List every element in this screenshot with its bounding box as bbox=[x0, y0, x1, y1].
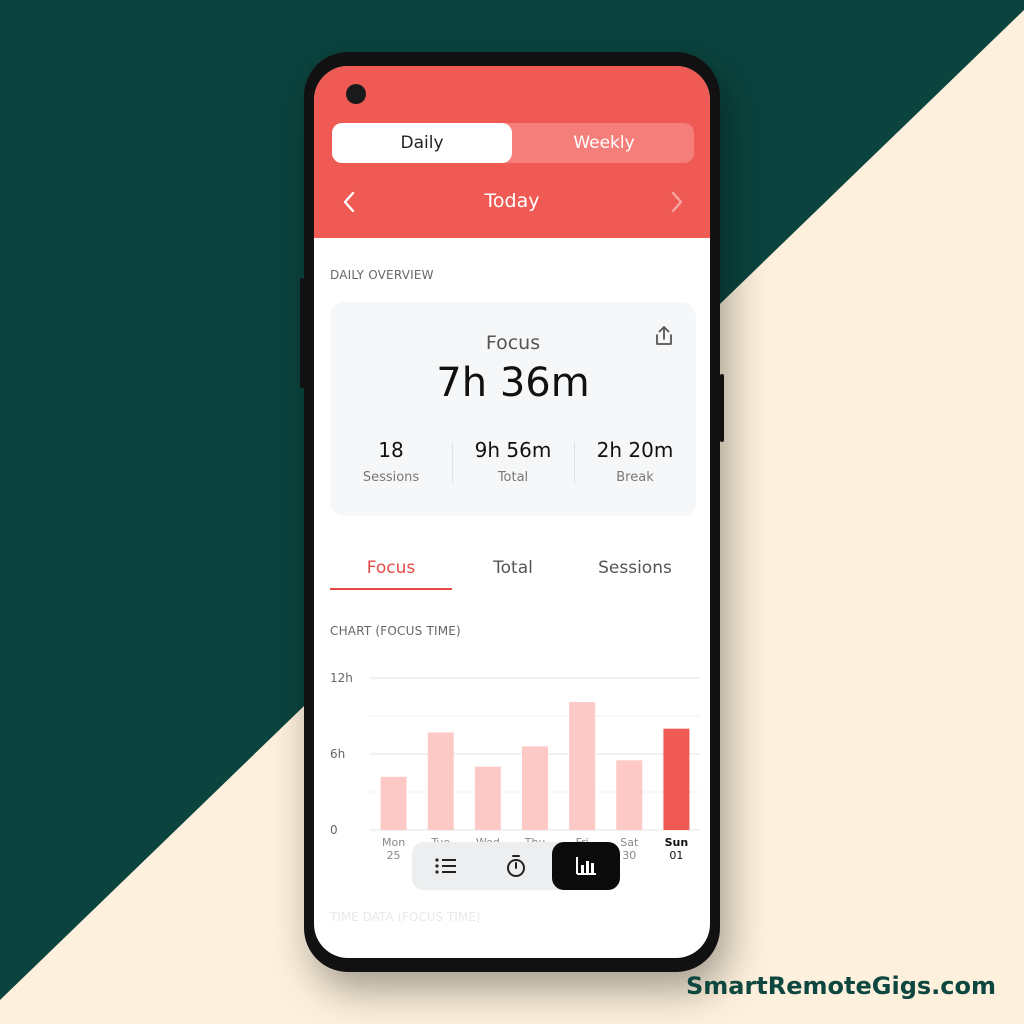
bar bbox=[616, 760, 643, 830]
total-label: Total bbox=[497, 470, 529, 485]
camera-icon bbox=[346, 84, 366, 104]
bar bbox=[380, 776, 407, 830]
bottom-toolbar bbox=[412, 842, 620, 890]
y-tick-label: 6h bbox=[330, 747, 345, 761]
bar bbox=[427, 732, 454, 830]
power-button bbox=[720, 374, 724, 442]
x-tick-date: 30 bbox=[622, 849, 636, 862]
app-header: Daily Weekly Today bbox=[314, 66, 710, 238]
bar-chart-icon bbox=[576, 857, 596, 875]
phone-frame: Daily Weekly Today DAILY OVERVIEW Focus … bbox=[300, 52, 724, 972]
period-segmented-control: Daily Weekly bbox=[332, 123, 694, 163]
timer-button[interactable] bbox=[482, 842, 550, 890]
weekly-tab[interactable]: Weekly bbox=[514, 123, 694, 163]
list-icon bbox=[435, 858, 456, 874]
x-tick-day: Sat bbox=[620, 836, 639, 849]
sessions-value: 18 bbox=[378, 438, 404, 462]
total-stat: 9h 56m Total bbox=[452, 438, 574, 485]
overview-card: Focus 7h 36m 18 Sessions 9h 56m Total 2h… bbox=[330, 302, 696, 516]
sessions-label: Sessions bbox=[362, 470, 420, 485]
x-tick-date: 25 bbox=[387, 849, 401, 862]
share-icon[interactable] bbox=[652, 324, 676, 348]
tab-focus[interactable]: Focus bbox=[330, 558, 452, 578]
x-tick-day: Mon bbox=[382, 836, 405, 849]
list-view-button[interactable] bbox=[412, 842, 480, 890]
break-stat: 2h 20m Break bbox=[574, 438, 696, 485]
tab-sessions[interactable]: Sessions bbox=[574, 558, 696, 578]
chevron-right-icon[interactable] bbox=[666, 188, 688, 216]
focus-value: 7h 36m bbox=[436, 360, 590, 406]
metric-tabs: Focus Total Sessions bbox=[330, 552, 696, 592]
x-tick-date: 01 bbox=[669, 849, 683, 862]
time-data-label: TIME DATA (FOCUS TIME) bbox=[330, 910, 481, 924]
active-tab-indicator bbox=[330, 588, 452, 590]
bar bbox=[522, 746, 548, 830]
daily-tab[interactable]: Daily bbox=[332, 123, 512, 163]
sessions-stat: 18 Sessions bbox=[330, 438, 452, 485]
timer-icon bbox=[507, 855, 525, 877]
bar bbox=[474, 766, 501, 830]
y-tick-label: 0 bbox=[330, 823, 338, 837]
bar bbox=[569, 702, 596, 830]
tab-total[interactable]: Total bbox=[452, 558, 574, 578]
watermark: SmartRemoteGigs.com bbox=[685, 972, 996, 1000]
chart-section-label: CHART (FOCUS TIME) bbox=[330, 624, 461, 638]
bar bbox=[663, 728, 690, 830]
stats-button[interactable] bbox=[552, 842, 620, 890]
daily-overview-label: DAILY OVERVIEW bbox=[330, 268, 434, 282]
x-tick-day: Sun bbox=[665, 836, 689, 849]
app-screen: Daily Weekly Today DAILY OVERVIEW Focus … bbox=[314, 66, 710, 958]
break-label: Break bbox=[616, 470, 654, 485]
focus-label: Focus bbox=[485, 332, 541, 354]
side-button bbox=[300, 278, 304, 388]
y-tick-label: 12h bbox=[330, 671, 353, 685]
total-value: 9h 56m bbox=[474, 438, 552, 462]
break-value: 2h 20m bbox=[596, 438, 674, 462]
period-title: Today bbox=[484, 190, 540, 212]
